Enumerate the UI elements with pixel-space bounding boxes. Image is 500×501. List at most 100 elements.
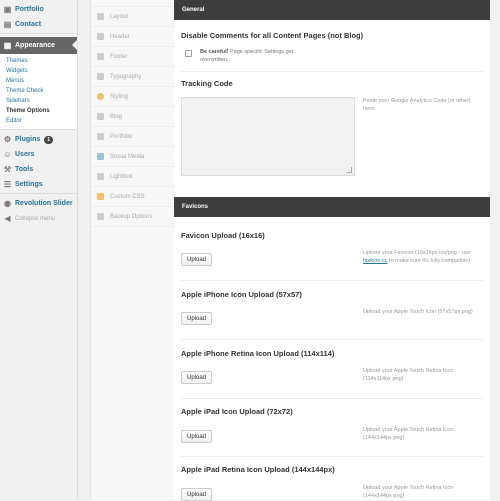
menu-item-settings[interactable]: ☰ Settings [0, 177, 77, 192]
submenu-theme-check[interactable]: Theme Check [0, 86, 77, 96]
tab-label: Custom CSS [110, 193, 145, 200]
tab-label: Blog [110, 113, 123, 120]
section-heading-general: General [174, 0, 490, 20]
tracking-code-desc: Paste your Google Analytics Code (or oth… [363, 98, 471, 112]
admin-menu: ▣ Portfolio ▤ Contact ▦ Appearance Theme… [0, 0, 78, 500]
blog-icon [97, 113, 104, 120]
menu-item-portfolio[interactable]: ▣ Portfolio [0, 2, 77, 17]
tracking-code-textarea[interactable] [181, 97, 355, 176]
option-title-ipad-retina-icon: Apple iPad Retina Icon Upload (144x144px… [181, 465, 335, 474]
menu-label: Users [15, 151, 35, 158]
submenu-editor[interactable]: Editor [0, 116, 77, 126]
tab-custom-css[interactable]: Custom CSS [91, 187, 175, 207]
collapse-menu-button[interactable]: ◀ Collapse menu [0, 211, 77, 226]
portfolio-icon [97, 133, 104, 140]
tab-label: Header [110, 33, 130, 40]
menu-item-tools[interactable]: ⚒ Tools [0, 162, 77, 177]
favicon-desc: Upload your Favicon (16x16px ico/png - u… [363, 249, 473, 265]
menu-label: Contact [15, 21, 42, 28]
menu-item-contact[interactable]: ▤ Contact [0, 17, 77, 32]
option-title-favicon: Favicon Upload (16x16) [181, 231, 265, 240]
iphone-retina-icon-desc: Upload your Apple Touch Retina Icon (114… [363, 368, 454, 382]
header-icon [97, 33, 104, 40]
divider [181, 456, 483, 457]
menu-label: Tools [15, 166, 34, 173]
disable-comments-help: Be careful! Page specific Settings get o… [200, 48, 320, 64]
typography-icon [97, 73, 104, 80]
divider [181, 339, 483, 340]
ipad-icon-desc: Upload your Apple Touch Retina Icon (144… [363, 427, 454, 441]
slider-icon: ◉ [4, 199, 11, 208]
menu-item-plugins[interactable]: ⚙ Plugins 1 [0, 132, 77, 147]
menu-item-users[interactable]: ☺ Users [0, 147, 77, 162]
update-count-badge: 1 [44, 135, 54, 144]
upload-favicon-button[interactable]: Upload [181, 253, 212, 266]
tab-label: Social Media [110, 153, 145, 160]
settings-icon: ☰ [3, 180, 12, 189]
submenu-theme-options[interactable]: Theme Options [0, 106, 77, 116]
tab-blog[interactable]: Blog [91, 107, 175, 127]
section-heading-favicons: Favicons [174, 197, 490, 217]
upload-ipad-retina-icon-button[interactable]: Upload [181, 488, 212, 501]
footer-icon [97, 53, 104, 60]
tab-list-top [91, 0, 175, 7]
tools-icon: ⚒ [3, 165, 12, 174]
iphone-icon-desc: Upload your Apple Touch Icon (57x57px pn… [363, 309, 473, 315]
lightbox-icon [97, 173, 104, 180]
tab-layout[interactable]: Layout [91, 7, 175, 27]
divider [181, 398, 483, 399]
ipad-retina-icon-desc: Upload your Apple Touch Retina Icon (144… [363, 485, 454, 499]
disable-comments-checkbox[interactable] [185, 50, 192, 57]
portfolio-icon: ▣ [3, 5, 12, 14]
social-media-icon [97, 153, 104, 160]
divider [181, 71, 483, 72]
scrollbar[interactable] [490, 0, 500, 500]
tab-social-media[interactable]: Social Media [91, 147, 175, 167]
tab-label: Styling [110, 93, 129, 100]
option-title-ipad-icon: Apple iPad Icon Upload (72x72) [181, 407, 293, 416]
users-icon: ☺ [3, 150, 12, 159]
styling-icon [97, 93, 104, 100]
resize-grip-icon[interactable] [346, 167, 352, 173]
layout-icon [97, 13, 104, 20]
menu-label: Collapse menu [15, 215, 56, 222]
collapse-icon: ◀ [4, 214, 11, 223]
submenu-widgets[interactable]: Widgets [0, 66, 77, 76]
tab-label: Layout [110, 13, 129, 20]
menu-label: Appearance [15, 42, 56, 49]
backup-icon [97, 213, 104, 220]
submenu-menus[interactable]: Menus [0, 76, 77, 86]
tab-portfolio[interactable]: Portfolio [91, 127, 175, 147]
tab-label: Typography [110, 73, 142, 80]
menu-label: Portfolio [15, 6, 44, 13]
option-title-tracking-code: Tracking Code [181, 79, 233, 88]
tab-header[interactable]: Header [91, 27, 175, 47]
option-title-iphone-retina-icon: Apple iPhone Retina Icon Upload (114x114… [181, 349, 335, 358]
options-tab-list: Layout Header Footer Typography Styling … [90, 0, 176, 500]
favicon-cc-link[interactable]: favicon.cc [363, 258, 387, 264]
tab-lightbox[interactable]: Lightbox [91, 167, 175, 187]
tab-styling[interactable]: Styling [91, 87, 175, 107]
tab-backup-options[interactable]: Backup Options [91, 207, 175, 227]
tab-typography[interactable]: Typography [91, 67, 175, 87]
tab-footer[interactable]: Footer [91, 47, 175, 67]
menu-item-appearance[interactable]: ▦ Appearance [0, 37, 77, 54]
tab-label: Backup Options [110, 213, 153, 220]
custom-css-icon [97, 193, 104, 200]
tab-label: Lightbox [110, 173, 133, 180]
divider [181, 280, 483, 281]
submenu-themes[interactable]: Themes [0, 56, 77, 66]
upload-ipad-icon-button[interactable]: Upload [181, 430, 212, 443]
upload-iphone-icon-button[interactable]: Upload [181, 312, 212, 325]
tab-label: Portfolio [110, 133, 133, 140]
menu-separator [0, 33, 77, 34]
option-title-iphone-icon: Apple iPhone Icon Upload (57x57) [181, 290, 302, 299]
desc-text: Upload your Favicon (16x16px ico/png - u… [363, 250, 471, 256]
upload-iphone-retina-icon-button[interactable]: Upload [181, 371, 212, 384]
warning-text: Be careful! [200, 49, 229, 55]
submenu-sidebars[interactable]: Sidebars [0, 96, 77, 106]
contact-icon: ▤ [3, 20, 12, 29]
active-arrow [72, 40, 77, 50]
menu-item-revolution-slider[interactable]: ◉ Revolution Slider [0, 196, 77, 211]
options-panel: General Disable Comments for all Content… [174, 0, 491, 501]
